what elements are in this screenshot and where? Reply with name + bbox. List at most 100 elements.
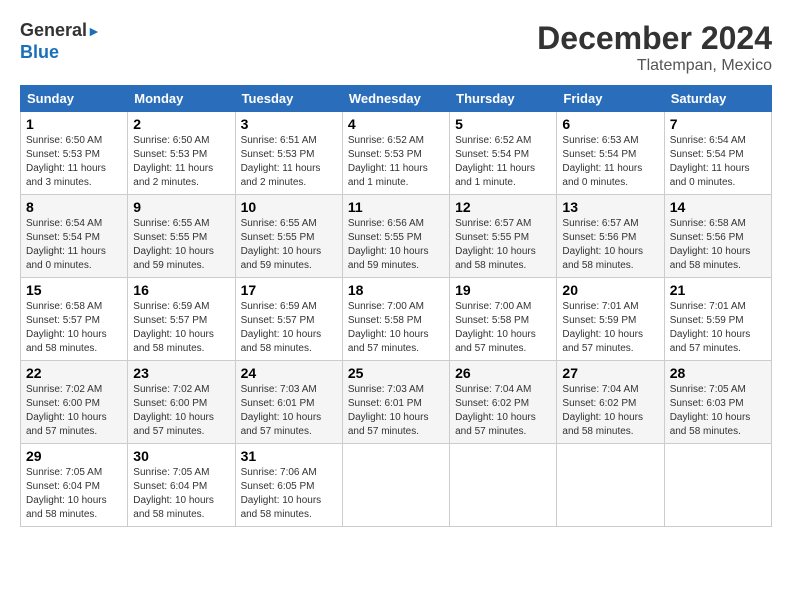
- day-info: Sunrise: 7:03 AM Sunset: 6:01 PM Dayligh…: [241, 383, 337, 439]
- calendar-cell: 13 Sunrise: 6:57 AM Sunset: 5:56 PM Dayl…: [557, 195, 664, 278]
- day-number: 31: [241, 448, 337, 464]
- day-info: Sunrise: 6:50 AM Sunset: 5:53 PM Dayligh…: [26, 134, 122, 190]
- day-info: Sunrise: 7:05 AM Sunset: 6:04 PM Dayligh…: [133, 466, 229, 522]
- calendar-cell: 26 Sunrise: 7:04 AM Sunset: 6:02 PM Dayl…: [450, 361, 557, 444]
- day-number: 9: [133, 199, 229, 215]
- calendar-cell: 21 Sunrise: 7:01 AM Sunset: 5:59 PM Dayl…: [664, 278, 771, 361]
- calendar-cell: 31 Sunrise: 7:06 AM Sunset: 6:05 PM Dayl…: [235, 444, 342, 527]
- calendar-cell: 7 Sunrise: 6:54 AM Sunset: 5:54 PM Dayli…: [664, 112, 771, 195]
- day-info: Sunrise: 7:00 AM Sunset: 5:58 PM Dayligh…: [348, 300, 444, 356]
- day-info: Sunrise: 6:57 AM Sunset: 5:56 PM Dayligh…: [562, 217, 658, 273]
- calendar-cell: 22 Sunrise: 7:02 AM Sunset: 6:00 PM Dayl…: [21, 361, 128, 444]
- day-info: Sunrise: 7:01 AM Sunset: 5:59 PM Dayligh…: [670, 300, 766, 356]
- title-block: December 2024 Tlatempan, Mexico: [537, 20, 772, 75]
- day-number: 10: [241, 199, 337, 215]
- day-info: Sunrise: 7:06 AM Sunset: 6:05 PM Dayligh…: [241, 466, 337, 522]
- calendar-cell: 12 Sunrise: 6:57 AM Sunset: 5:55 PM Dayl…: [450, 195, 557, 278]
- day-number: 6: [562, 116, 658, 132]
- calendar-cell: 11 Sunrise: 6:56 AM Sunset: 5:55 PM Dayl…: [342, 195, 449, 278]
- day-number: 7: [670, 116, 766, 132]
- day-number: 8: [26, 199, 122, 215]
- calendar-cell: [664, 444, 771, 527]
- day-info: Sunrise: 6:54 AM Sunset: 5:54 PM Dayligh…: [26, 217, 122, 273]
- day-info: Sunrise: 6:51 AM Sunset: 5:53 PM Dayligh…: [241, 134, 337, 190]
- day-info: Sunrise: 7:05 AM Sunset: 6:03 PM Dayligh…: [670, 383, 766, 439]
- weekday-header-row: SundayMondayTuesdayWednesdayThursdayFrid…: [21, 86, 772, 112]
- day-number: 18: [348, 282, 444, 298]
- weekday-header-friday: Friday: [557, 86, 664, 112]
- day-number: 22: [26, 365, 122, 381]
- calendar-table: SundayMondayTuesdayWednesdayThursdayFrid…: [20, 85, 772, 527]
- calendar-cell: 25 Sunrise: 7:03 AM Sunset: 6:01 PM Dayl…: [342, 361, 449, 444]
- day-info: Sunrise: 6:58 AM Sunset: 5:56 PM Dayligh…: [670, 217, 766, 273]
- day-info: Sunrise: 6:54 AM Sunset: 5:54 PM Dayligh…: [670, 134, 766, 190]
- day-number: 21: [670, 282, 766, 298]
- calendar-week-row: 22 Sunrise: 7:02 AM Sunset: 6:00 PM Dayl…: [21, 361, 772, 444]
- day-info: Sunrise: 6:52 AM Sunset: 5:53 PM Dayligh…: [348, 134, 444, 190]
- calendar-cell: 24 Sunrise: 7:03 AM Sunset: 6:01 PM Dayl…: [235, 361, 342, 444]
- calendar-cell: 29 Sunrise: 7:05 AM Sunset: 6:04 PM Dayl…: [21, 444, 128, 527]
- day-number: 26: [455, 365, 551, 381]
- day-number: 1: [26, 116, 122, 132]
- calendar-cell: 30 Sunrise: 7:05 AM Sunset: 6:04 PM Dayl…: [128, 444, 235, 527]
- day-number: 27: [562, 365, 658, 381]
- day-number: 20: [562, 282, 658, 298]
- logo: General► Blue: [20, 20, 101, 63]
- calendar-cell: 6 Sunrise: 6:53 AM Sunset: 5:54 PM Dayli…: [557, 112, 664, 195]
- calendar-week-row: 15 Sunrise: 6:58 AM Sunset: 5:57 PM Dayl…: [21, 278, 772, 361]
- calendar-cell: 1 Sunrise: 6:50 AM Sunset: 5:53 PM Dayli…: [21, 112, 128, 195]
- calendar-cell: 9 Sunrise: 6:55 AM Sunset: 5:55 PM Dayli…: [128, 195, 235, 278]
- day-info: Sunrise: 7:04 AM Sunset: 6:02 PM Dayligh…: [562, 383, 658, 439]
- day-number: 19: [455, 282, 551, 298]
- day-info: Sunrise: 6:55 AM Sunset: 5:55 PM Dayligh…: [133, 217, 229, 273]
- day-number: 15: [26, 282, 122, 298]
- day-number: 29: [26, 448, 122, 464]
- day-info: Sunrise: 7:05 AM Sunset: 6:04 PM Dayligh…: [26, 466, 122, 522]
- weekday-header-tuesday: Tuesday: [235, 86, 342, 112]
- day-number: 30: [133, 448, 229, 464]
- day-number: 24: [241, 365, 337, 381]
- day-number: 13: [562, 199, 658, 215]
- month-title: December 2024: [537, 20, 772, 57]
- calendar-cell: 2 Sunrise: 6:50 AM Sunset: 5:53 PM Dayli…: [128, 112, 235, 195]
- calendar-week-row: 1 Sunrise: 6:50 AM Sunset: 5:53 PM Dayli…: [21, 112, 772, 195]
- calendar-cell: 19 Sunrise: 7:00 AM Sunset: 5:58 PM Dayl…: [450, 278, 557, 361]
- day-info: Sunrise: 6:50 AM Sunset: 5:53 PM Dayligh…: [133, 134, 229, 190]
- day-info: Sunrise: 6:57 AM Sunset: 5:55 PM Dayligh…: [455, 217, 551, 273]
- logo-text: General►: [20, 20, 101, 42]
- day-number: 28: [670, 365, 766, 381]
- location-title: Tlatempan, Mexico: [537, 57, 772, 75]
- day-number: 23: [133, 365, 229, 381]
- page-header: General► Blue December 2024 Tlatempan, M…: [20, 20, 772, 75]
- day-number: 25: [348, 365, 444, 381]
- day-number: 3: [241, 116, 337, 132]
- weekday-header-sunday: Sunday: [21, 86, 128, 112]
- day-info: Sunrise: 7:02 AM Sunset: 6:00 PM Dayligh…: [133, 383, 229, 439]
- calendar-week-row: 8 Sunrise: 6:54 AM Sunset: 5:54 PM Dayli…: [21, 195, 772, 278]
- day-number: 5: [455, 116, 551, 132]
- day-info: Sunrise: 7:02 AM Sunset: 6:00 PM Dayligh…: [26, 383, 122, 439]
- day-info: Sunrise: 7:00 AM Sunset: 5:58 PM Dayligh…: [455, 300, 551, 356]
- calendar-cell: [450, 444, 557, 527]
- day-info: Sunrise: 7:04 AM Sunset: 6:02 PM Dayligh…: [455, 383, 551, 439]
- calendar-cell: 27 Sunrise: 7:04 AM Sunset: 6:02 PM Dayl…: [557, 361, 664, 444]
- calendar-cell: 10 Sunrise: 6:55 AM Sunset: 5:55 PM Dayl…: [235, 195, 342, 278]
- day-info: Sunrise: 6:59 AM Sunset: 5:57 PM Dayligh…: [133, 300, 229, 356]
- day-info: Sunrise: 7:01 AM Sunset: 5:59 PM Dayligh…: [562, 300, 658, 356]
- day-info: Sunrise: 6:52 AM Sunset: 5:54 PM Dayligh…: [455, 134, 551, 190]
- calendar-cell: 28 Sunrise: 7:05 AM Sunset: 6:03 PM Dayl…: [664, 361, 771, 444]
- calendar-cell: 4 Sunrise: 6:52 AM Sunset: 5:53 PM Dayli…: [342, 112, 449, 195]
- day-info: Sunrise: 6:58 AM Sunset: 5:57 PM Dayligh…: [26, 300, 122, 356]
- logo-text-blue: Blue: [20, 42, 101, 64]
- calendar-cell: 3 Sunrise: 6:51 AM Sunset: 5:53 PM Dayli…: [235, 112, 342, 195]
- day-info: Sunrise: 6:59 AM Sunset: 5:57 PM Dayligh…: [241, 300, 337, 356]
- day-number: 11: [348, 199, 444, 215]
- weekday-header-wednesday: Wednesday: [342, 86, 449, 112]
- day-info: Sunrise: 6:56 AM Sunset: 5:55 PM Dayligh…: [348, 217, 444, 273]
- calendar-cell: 16 Sunrise: 6:59 AM Sunset: 5:57 PM Dayl…: [128, 278, 235, 361]
- calendar-cell: 17 Sunrise: 6:59 AM Sunset: 5:57 PM Dayl…: [235, 278, 342, 361]
- day-info: Sunrise: 6:55 AM Sunset: 5:55 PM Dayligh…: [241, 217, 337, 273]
- day-number: 16: [133, 282, 229, 298]
- calendar-cell: 15 Sunrise: 6:58 AM Sunset: 5:57 PM Dayl…: [21, 278, 128, 361]
- calendar-cell: 23 Sunrise: 7:02 AM Sunset: 6:00 PM Dayl…: [128, 361, 235, 444]
